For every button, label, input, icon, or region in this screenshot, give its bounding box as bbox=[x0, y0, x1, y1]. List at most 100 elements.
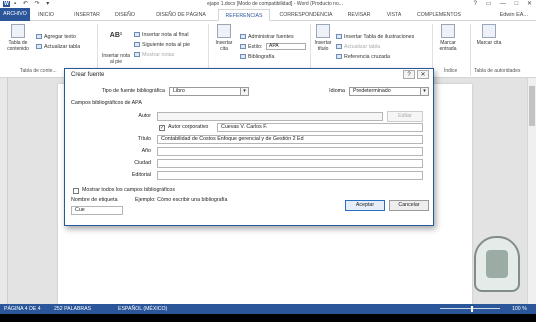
insert-endnote-button[interactable]: Insertar nota al final bbox=[134, 31, 189, 39]
window-controls: ? ▭ — □ ✕ bbox=[467, 0, 532, 8]
help-icon[interactable]: ? bbox=[474, 1, 477, 7]
accept-button[interactable]: Aceptar bbox=[345, 200, 385, 211]
tab-view[interactable]: VISTA bbox=[382, 9, 406, 21]
tab-page-layout[interactable]: DISEÑO DE PÁGINA bbox=[148, 9, 214, 21]
mark-citation-icon bbox=[482, 24, 496, 38]
next-footnote-button[interactable]: Siguiente nota al pie bbox=[134, 41, 190, 49]
tab-mailings[interactable]: CORRESPONDENCIA bbox=[274, 9, 338, 21]
author-field[interactable] bbox=[157, 112, 383, 121]
user-name[interactable]: Edwin EA... bbox=[500, 9, 528, 21]
bibliography-button[interactable]: Bibliografía bbox=[240, 53, 275, 61]
redo-icon[interactable]: ↷ bbox=[35, 1, 40, 7]
year-label: Año bbox=[141, 148, 151, 154]
publisher-label: Editorial bbox=[131, 172, 151, 178]
toc-button[interactable]: Tabla de contenido bbox=[4, 24, 32, 52]
corporate-author-field[interactable]: Cuevas V. Carlos F. bbox=[217, 123, 423, 132]
endnote-icon bbox=[134, 32, 140, 37]
zoom-level[interactable]: 100 % bbox=[512, 304, 527, 314]
customize-icon[interactable]: ▾ bbox=[46, 1, 49, 7]
mark-citation-button[interactable]: Marcar cita bbox=[476, 24, 502, 46]
insert-caption-button[interactable]: Insertar título bbox=[312, 24, 334, 52]
tab-insert[interactable]: INSERTAR bbox=[70, 9, 104, 21]
edit-author-button[interactable]: Editar bbox=[387, 111, 423, 122]
save-icon[interactable]: ▪ bbox=[14, 1, 16, 7]
chevron-down-icon: ▾ bbox=[420, 88, 428, 95]
update-table-button[interactable]: Actualizar tabla bbox=[36, 43, 80, 51]
group-separator bbox=[470, 24, 471, 76]
update-table2-button[interactable]: Actualizar tabla bbox=[336, 43, 380, 51]
group-label-authorities: Tabla de autoridades bbox=[474, 68, 521, 74]
tab-add-ins[interactable]: COMPLEMENTOS bbox=[412, 9, 466, 21]
group-label-toc: Tabla de conte... bbox=[20, 68, 57, 74]
citation-icon bbox=[217, 24, 231, 38]
screen-bottom-border bbox=[0, 314, 536, 322]
help-icon[interactable]: ? bbox=[403, 70, 415, 79]
title-field[interactable]: Contabilidad de Costos Enfoque gerencial… bbox=[157, 135, 423, 144]
source-type-select[interactable]: Libro ▾ bbox=[169, 87, 249, 96]
author-label: Autor bbox=[138, 113, 151, 119]
mark-entry-icon bbox=[441, 24, 455, 38]
language-label: Idioma bbox=[329, 88, 345, 94]
vertical-scrollbar[interactable] bbox=[527, 78, 536, 304]
scrollbar-thumb[interactable] bbox=[529, 86, 535, 126]
city-field[interactable] bbox=[157, 159, 423, 168]
minimize-icon[interactable]: — bbox=[500, 1, 506, 7]
language-select[interactable]: Predeterminado ▾ bbox=[349, 87, 429, 96]
manage-sources-button[interactable]: Administrar fuentes bbox=[240, 33, 294, 41]
show-notes-button[interactable]: Mostrar notas bbox=[134, 51, 174, 59]
title-label: Título bbox=[137, 136, 151, 142]
style-select[interactable]: APA bbox=[266, 43, 306, 50]
table-figures-icon bbox=[336, 34, 342, 39]
show-all-fields-checkbox[interactable] bbox=[73, 188, 79, 194]
word-app-icon[interactable]: W bbox=[3, 1, 10, 7]
word-count[interactable]: 252 PALABRAS bbox=[54, 304, 91, 314]
refresh-icon bbox=[336, 44, 342, 49]
insert-table-figures-button[interactable]: Insertar Tabla de ilustraciones bbox=[336, 33, 414, 41]
undo-icon[interactable]: ↶ bbox=[23, 1, 28, 7]
maximize-icon[interactable]: □ bbox=[515, 1, 519, 7]
tab-review[interactable]: REVISAR bbox=[344, 9, 374, 21]
show-all-fields-label: Mostrar todos los campos bibliográficos bbox=[82, 187, 176, 193]
corporate-author-checkbox[interactable]: ✓ bbox=[159, 125, 165, 131]
insert-footnote-button[interactable]: Insertar nota al pie bbox=[100, 53, 132, 65]
show-notes-icon bbox=[134, 52, 140, 57]
window-title: ejapo 1.docx [Modo de compatibilidad] - … bbox=[207, 1, 343, 7]
group-label-index: Índice bbox=[444, 68, 458, 74]
tab-references[interactable]: REFERENCIAS bbox=[218, 9, 270, 21]
cancel-button[interactable]: Cancelar bbox=[389, 200, 429, 211]
page-count[interactable]: PÁGINA 4 DE 4 bbox=[4, 304, 41, 314]
cross-reference-icon bbox=[336, 54, 342, 59]
year-field[interactable] bbox=[157, 147, 423, 156]
tab-home[interactable]: INICIO bbox=[34, 9, 58, 21]
bibliography-icon bbox=[240, 54, 246, 59]
footnote-icon: AB¹ bbox=[109, 32, 123, 39]
close-icon[interactable]: ✕ bbox=[417, 70, 429, 79]
publisher-field[interactable] bbox=[157, 171, 423, 180]
university-logo-watermark bbox=[474, 236, 520, 292]
cross-reference-button[interactable]: Referencia cruzada bbox=[336, 53, 390, 61]
manage-sources-icon bbox=[240, 34, 246, 39]
vertical-ruler bbox=[0, 78, 8, 304]
next-footnote-icon bbox=[134, 42, 140, 47]
insert-citation-button[interactable]: Insertar cita bbox=[212, 24, 236, 52]
create-source-dialog: Crear fuente ? ✕ Tipo de fuente bibliogr… bbox=[64, 68, 434, 226]
language-status[interactable]: ESPAÑOL (MÉXICO) bbox=[118, 304, 167, 314]
tab-file[interactable]: ARCHIVO bbox=[0, 8, 30, 21]
status-bar: PÁGINA 4 DE 4 252 PALABRAS ESPAÑOL (MÉXI… bbox=[0, 304, 536, 314]
style-icon bbox=[240, 44, 246, 49]
caption-icon bbox=[316, 24, 330, 38]
add-text-icon bbox=[36, 34, 42, 39]
close-icon[interactable]: ✕ bbox=[527, 1, 532, 7]
tag-name-field[interactable]: Cue bbox=[71, 206, 123, 215]
ribbon-tabs: ARCHIVO INICIO INSERTAR DISEÑO DISEÑO DE… bbox=[0, 8, 536, 21]
source-type-label: Tipo de fuente bibliográfica bbox=[101, 88, 165, 94]
zoom-slider[interactable] bbox=[440, 308, 500, 309]
chevron-down-icon: ▾ bbox=[240, 88, 248, 95]
refresh-icon bbox=[36, 44, 42, 49]
dialog-title: Crear fuente bbox=[71, 72, 105, 78]
tab-design[interactable]: DISEÑO bbox=[112, 9, 138, 21]
add-text-button[interactable]: Agregar texto bbox=[36, 33, 76, 41]
mark-entry-button[interactable]: Marcar entrada bbox=[435, 24, 461, 52]
zoom-slider-knob[interactable] bbox=[471, 306, 473, 312]
ribbon-display-icon[interactable]: ▭ bbox=[486, 1, 492, 7]
